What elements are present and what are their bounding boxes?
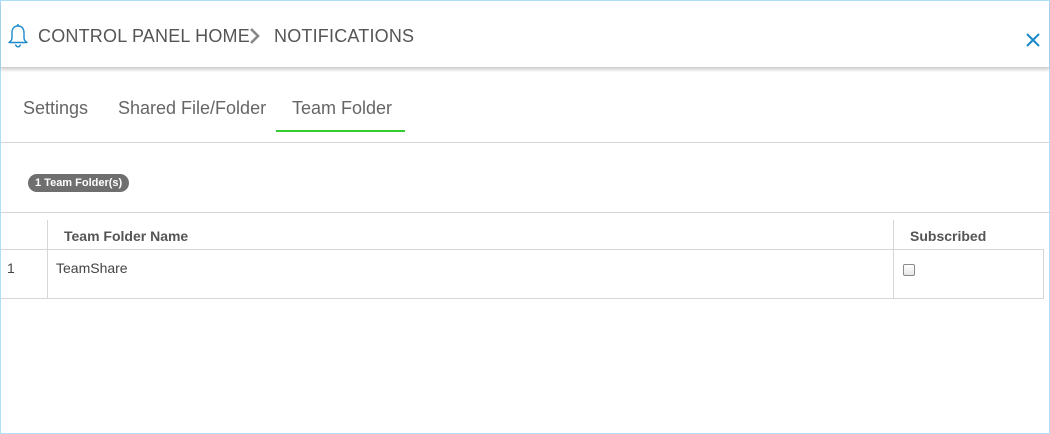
dialog-header: CONTROL PANEL HOME NOTIFICATIONS xyxy=(1,1,1049,68)
tab-shared-file-folder[interactable]: Shared File/Folder xyxy=(118,98,266,119)
bell-icon xyxy=(8,24,28,48)
chevron-right-icon xyxy=(250,28,260,44)
column-divider xyxy=(47,220,48,299)
breadcrumb-current: NOTIFICATIONS xyxy=(274,26,415,46)
row-divider xyxy=(1,298,1044,299)
column-divider xyxy=(893,220,894,299)
team-folder-table: Team Folder Name Subscribed 1 TeamShare xyxy=(1,212,1049,299)
column-divider xyxy=(1043,250,1044,299)
team-folder-count-badge: 1 Team Folder(s) xyxy=(28,174,130,192)
active-tab-indicator xyxy=(276,130,405,132)
tab-settings[interactable]: Settings xyxy=(23,98,88,119)
subscribed-checkbox[interactable] xyxy=(903,264,915,276)
row-number: 1 xyxy=(7,260,15,276)
notifications-dialog: CONTROL PANEL HOME NOTIFICATIONS Setting… xyxy=(0,0,1050,434)
close-icon[interactable] xyxy=(1023,30,1043,50)
tab-team-folder[interactable]: Team Folder xyxy=(292,98,392,119)
team-folder-name-cell: TeamShare xyxy=(56,260,128,276)
column-header-subscribed[interactable]: Subscribed xyxy=(910,228,986,265)
breadcrumb-home[interactable]: CONTROL PANEL HOME xyxy=(38,26,250,47)
tab-bar: Settings Shared File/Folder Team Folder xyxy=(1,68,1049,143)
